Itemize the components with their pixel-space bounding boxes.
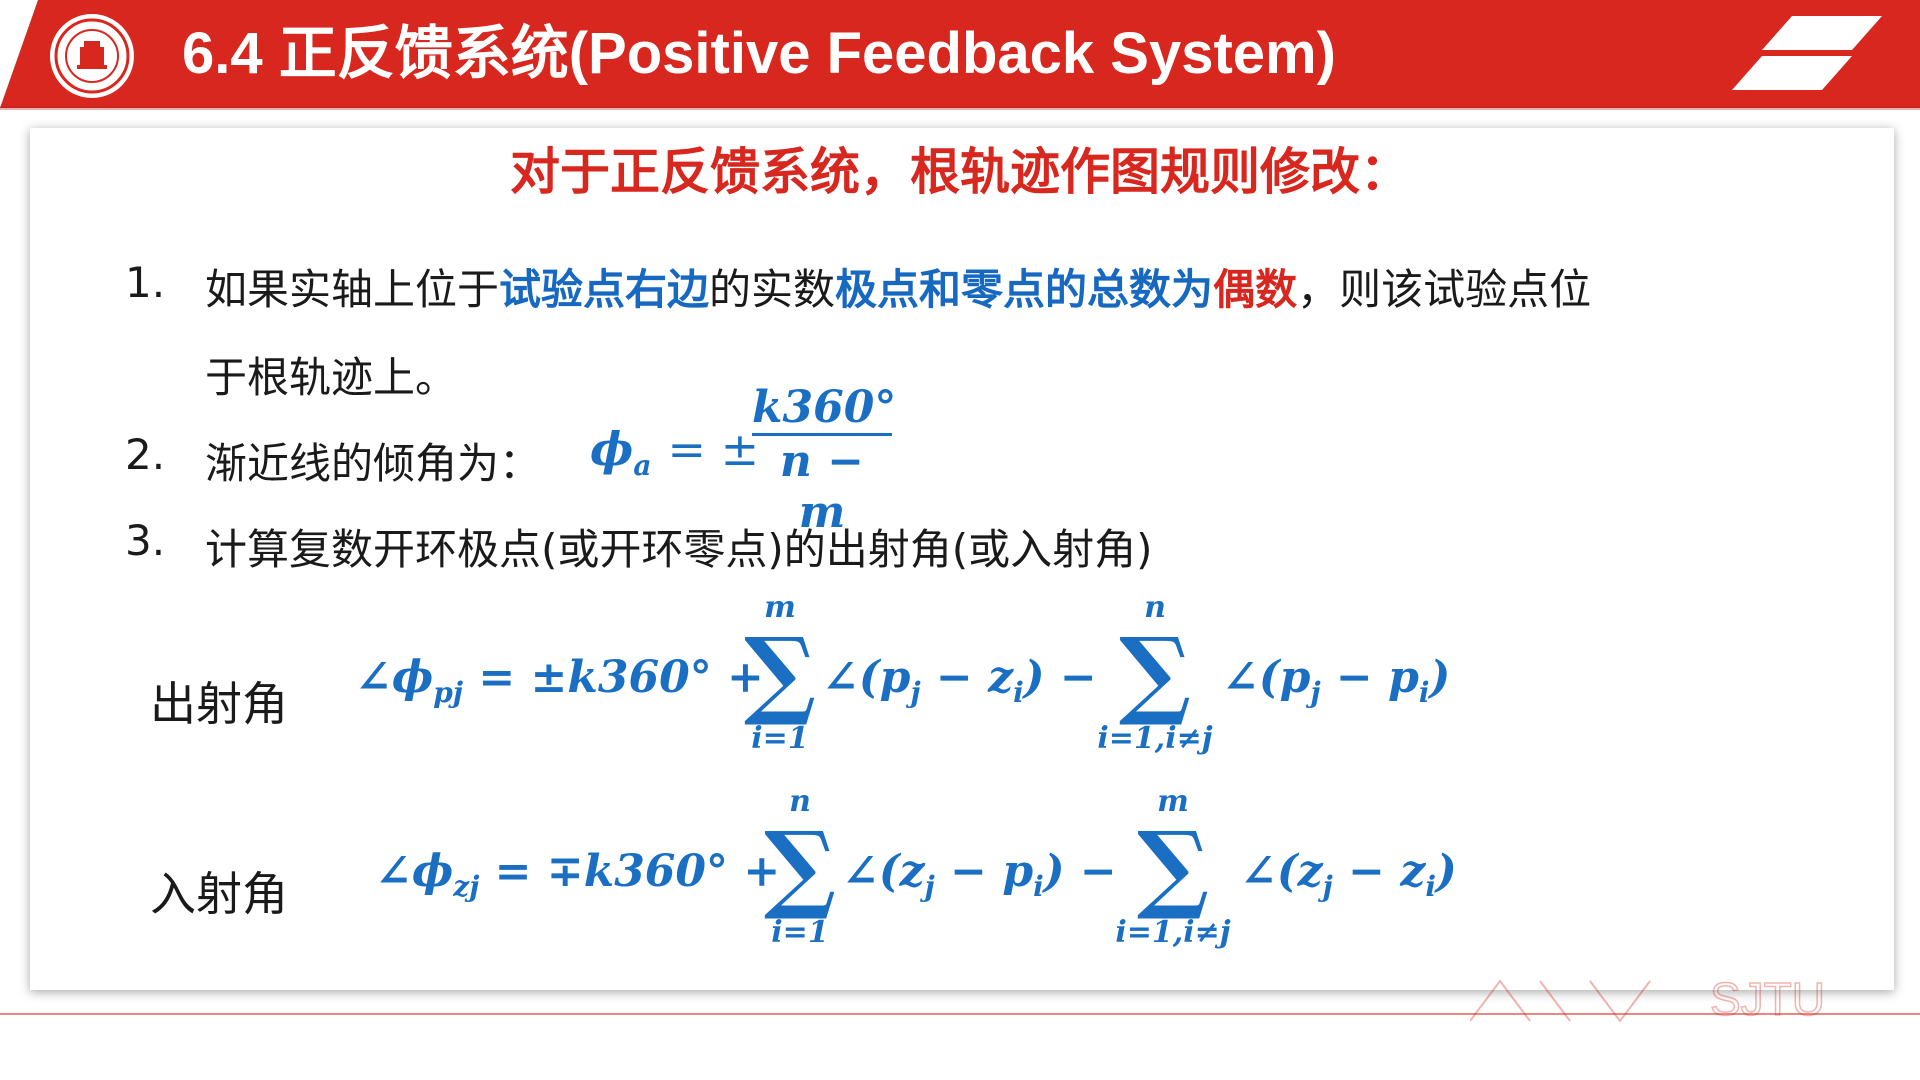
header-shadow: [0, 106, 1920, 110]
departure-angle-label: 出射角: [150, 677, 288, 731]
watermark-text: SJTU: [1710, 975, 1825, 1023]
rule-2-text: 渐近线的倾角为：: [205, 439, 542, 488]
sum-lower-limit: i=1: [771, 915, 829, 950]
sigma-symbol: ∑: [743, 616, 817, 729]
term-subscript-j: j: [910, 676, 921, 709]
arrival-term-2: ∠(zj − zi): [1240, 846, 1457, 903]
sum-lower-limit: i=1,i≠j: [1115, 915, 1231, 950]
sigma-symbol: ∑: [1118, 616, 1192, 729]
term-subscript-i: i: [1425, 870, 1436, 903]
list-number-2: 2.: [125, 430, 166, 479]
term-middle: − p: [934, 846, 1034, 897]
term-subscript-j: j: [1310, 676, 1321, 709]
page-title: 6.4 正反馈系统(Positive Feedback System): [182, 21, 1336, 86]
list-number-1: 1.: [125, 258, 166, 307]
departure-term-2: ∠(pj − pi): [1222, 652, 1450, 709]
term-subscript-i: i: [1013, 676, 1024, 709]
term-middle: − p: [1320, 652, 1419, 703]
rule-1-text-c: ，则该试验点位: [1297, 265, 1592, 314]
term-close: ): [1435, 846, 1457, 897]
rule-1-highlight-even: 偶数: [1213, 265, 1298, 314]
asymptote-angle-lhs: ϕa = ±: [590, 422, 759, 482]
departure-sum-2: n ∑ i=1,i≠j: [1090, 590, 1220, 756]
arrival-term-1: ∠(zj − pi) −: [842, 846, 1117, 903]
rule-1-text-a: 如果实轴上位于: [205, 265, 500, 314]
arrival-lhs: ∠ϕzj = ∓k360° +: [375, 846, 780, 903]
term-open: ∠(z: [1240, 846, 1323, 897]
asymptote-fraction: k360° n − m: [752, 382, 897, 538]
arrival-angle-label: 入射角: [150, 867, 288, 921]
university-seal-icon: [50, 14, 134, 98]
rule-1-line-2: 于根轨迹上。: [205, 353, 458, 402]
term-open: ∠(p: [1222, 652, 1311, 703]
arrival-sum-1: n ∑ i=1: [760, 784, 840, 950]
term-middle: − z: [1332, 846, 1426, 897]
arrival-angle-symbol: ∠ϕ: [375, 846, 454, 897]
rule-1-text-b: 的实数: [709, 265, 836, 314]
sigma-symbol: ∑: [1136, 810, 1210, 923]
term-close: ) −: [1023, 652, 1097, 703]
departure-constant-term: = ±k360° +: [478, 652, 764, 703]
phi-subscript: a: [633, 449, 652, 482]
term-open: ∠(p: [822, 652, 911, 703]
departure-lhs-subscript: pj: [433, 676, 464, 709]
rule-1-highlight-a: 试验点右边: [499, 265, 710, 314]
phi-symbol: ϕ: [590, 422, 634, 476]
fraction-numerator: k360°: [752, 382, 897, 433]
watermark-logo: SJTU: [1470, 975, 1826, 1023]
list-number-3: 3.: [125, 516, 166, 565]
slide-subtitle: 对于正反馈系统，根轨迹作图规则修改：: [510, 143, 1410, 201]
term-subscript-j: j: [924, 870, 935, 903]
rule-3-text: 计算复数开环极点(或开环零点)的出射角(或入射角): [205, 525, 1153, 574]
term-subscript-j: j: [1322, 870, 1333, 903]
arrival-sum-2: m ∑ i=1,i≠j: [1108, 784, 1238, 950]
term-close: ) −: [1043, 846, 1117, 897]
term-subscript-i: i: [1033, 870, 1044, 903]
departure-term-1: ∠(pj − zi) −: [822, 652, 1097, 709]
arrival-lhs-subscript: zj: [453, 870, 480, 903]
departure-lhs: ∠ϕpj = ±k360° +: [355, 652, 764, 709]
plus-minus-equals: = ±: [667, 422, 760, 476]
rule-1-line-1: 如果实轴上位于试验点右边的实数极点和零点的总数为偶数，则该试验点位: [205, 256, 1591, 317]
sigma-symbol: ∑: [763, 810, 837, 923]
term-middle: − z: [920, 652, 1014, 703]
corner-decoration: [1732, 16, 1882, 90]
sum-lower-limit: i=1: [751, 721, 809, 756]
term-close: ): [1429, 652, 1451, 703]
term-subscript-i: i: [1418, 676, 1430, 709]
arrival-constant-term: = ∓k360° +: [494, 846, 781, 897]
term-open: ∠(z: [842, 846, 925, 897]
rule-1-highlight-b: 极点和零点的总数为: [835, 265, 1214, 314]
departure-angle-symbol: ∠ϕ: [355, 652, 434, 703]
sum-lower-limit: i=1,i≠j: [1097, 721, 1213, 756]
departure-sum-1: m ∑ i=1: [740, 590, 820, 756]
